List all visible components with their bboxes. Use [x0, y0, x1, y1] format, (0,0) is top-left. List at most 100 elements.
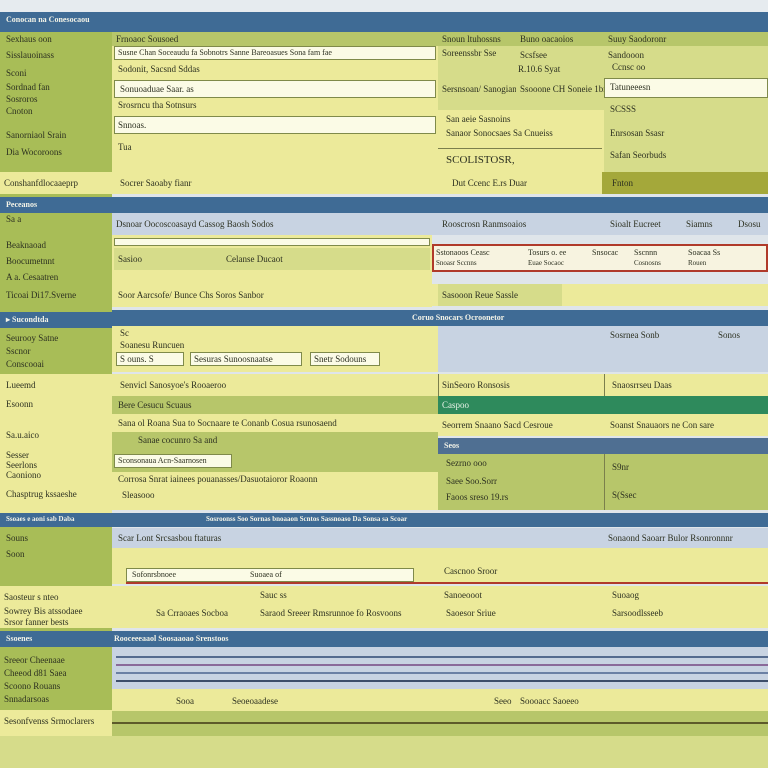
column-header[interactable]: Buno oacaoios [520, 34, 573, 44]
panel3-text: Sc [120, 328, 129, 338]
sidebar-item[interactable]: Esoonn [6, 399, 33, 409]
panel1-row-text: Sodonit, Sacsnd Sddas [118, 64, 200, 74]
panel2-red-text: Tosurs o. ee [528, 248, 567, 257]
column-header[interactable]: Dsosu [738, 219, 761, 229]
sidebar-item[interactable]: Beaknaoad [6, 240, 46, 250]
section-header-text: Sosroonss Soo Sornas bnoaaon Scntos Sass… [206, 515, 408, 523]
column-header[interactable]: Siamns [686, 219, 713, 229]
sidebar-item[interactable]: Sscnor [6, 346, 31, 356]
column-header[interactable]: Rooscrosn Ranmsoaios [442, 219, 526, 229]
panel1-footer-text: Socrer Saoaby fianr [120, 178, 192, 188]
panel3-text: Sonos [718, 330, 741, 340]
panel6-track [116, 672, 768, 674]
panel4-text: Faoos sreso 19.rs [446, 492, 509, 502]
panel2-red-text: Cosnosns [634, 259, 661, 267]
column-header[interactable]: Suuy Saodoronr [608, 34, 666, 44]
panel1-row-text: Snnoas. [118, 120, 147, 130]
sidebar-item[interactable]: Srsor fanner bests [4, 617, 69, 627]
sidebar-item[interactable]: Lueemd [6, 380, 36, 390]
sidebar-item[interactable]: Sanorniaol Srain [6, 130, 66, 140]
sidebar-item[interactable]: Scoono Rouans [4, 681, 60, 691]
column-header[interactable]: Sioalt Eucreet [610, 219, 661, 229]
panel5-text: Sa Crraoaes Socboa [156, 608, 228, 618]
panel1-mid-text: San aeie Sasnoins [446, 114, 511, 124]
sidebar-item[interactable]: Cheeod d81 Saea [4, 668, 66, 678]
sidebar-item[interactable]: Cnoton [6, 106, 33, 116]
panel2-row-text: Sasioo [118, 254, 143, 264]
panel1-col4-text: Tatuneeesn [610, 82, 651, 92]
sidebar-item[interactable]: Caoniono [6, 470, 41, 480]
column-header[interactable]: Dsnoar Oocoscoasayd Cassog Baosh Sodos [116, 219, 274, 229]
sidebar-item[interactable]: Seurooy Satne [6, 333, 58, 343]
sidebar-footer-label: Sesonfvenss Srmoclarers [4, 716, 95, 726]
column-header[interactable]: Frnoaoc Sousoed [116, 34, 178, 44]
panel3-row-text: SinSeoro Ronsosis [442, 380, 510, 390]
panel3-tab-label: Snetr Sodouns [314, 354, 367, 364]
column-header[interactable]: Snoun ltuhossns [442, 34, 501, 44]
panel1-col3-text: R.10.6 Syat [518, 64, 561, 74]
sidebar-item[interactable]: Sesser [6, 450, 29, 460]
panel4-text: Sezrno ooo [446, 458, 487, 468]
panel5-red-line [126, 582, 768, 584]
panel2-red-text: Sstonaoos Ceasc [436, 248, 490, 257]
panel1-col4-text: Sandooon [608, 50, 644, 60]
bottom-strip [0, 736, 768, 768]
sidebar-item[interactable]: Saosteur s nteo [4, 592, 59, 602]
panel1-col4-text: Ccnsc oo [612, 62, 646, 72]
panel1-big-label: SCOLISTOSR, [446, 154, 515, 166]
panel1-mid-text: Sersnsoan/ Sanogian [442, 84, 517, 94]
panel4-green-text: Caspoo [442, 400, 469, 410]
sidebar-item[interactable]: Chasptrug kssaeshe [6, 489, 77, 499]
panel1-col4-text: SCSSS [610, 104, 637, 114]
panel6-body [112, 647, 768, 689]
sidebar-item[interactable]: Sisslauoinass [6, 50, 54, 60]
panel5-text: Saoesor Sriue [446, 608, 496, 618]
panel2-red-text: Sscnnn [634, 248, 658, 257]
sidebar-item[interactable]: Boocumetnnt [6, 256, 55, 266]
sidebar-item[interactable]: Sreeor Cheenaae [4, 655, 65, 665]
sidebar-item[interactable]: Sconi [6, 68, 27, 78]
sidebar-item[interactable]: Sosroros [6, 94, 38, 104]
panel2-red-text: Snoasr Sccnns [436, 259, 477, 267]
panel1-row-text: Susne Chan Soceaudu fa Sobnotrs Sanne Ba… [118, 48, 332, 57]
sidebar-item[interactable]: Sa a [6, 214, 21, 224]
panel4-text: S9nr [612, 462, 630, 472]
sidebar-item[interactable]: Snnadarsoas [4, 694, 49, 704]
panel4-text: Soanst Snauaors ne Con sare [610, 420, 714, 430]
panel6-track [116, 664, 768, 666]
panel1-row-text: Srosrncu tha Sotnsurs [118, 100, 197, 110]
panel1-mid-text: Soreenssbr Sse [442, 48, 497, 58]
sidebar-item[interactable]: Seerlons [6, 460, 37, 470]
panel2-header-bar [112, 197, 768, 213]
sidebar-item[interactable]: Sordnad fan [6, 82, 50, 92]
panel1-col3-text: Scsfsee [520, 50, 547, 60]
sidebar-item[interactable]: Sexhaus oon [6, 34, 52, 44]
sidebar-item[interactable]: Ticoai Di17.Sverne [6, 290, 76, 300]
sidebar-item[interactable]: Dia Wocoroons [6, 147, 62, 157]
panel3-divider [604, 374, 605, 396]
panel6-footer [112, 689, 768, 711]
panel4-text: Sconsonaua Acn-Saarnosen [118, 456, 207, 465]
sidebar-item[interactable]: Soon [6, 549, 25, 559]
panel5-text: Scar Lont Srcsasbou ftaturas [118, 533, 222, 543]
sidebar-item[interactable]: Souns [6, 533, 28, 543]
panel5-input-text: Sofonrsbnoee [132, 570, 176, 579]
panel1-col4-text: Enrsosan Ssasr [610, 128, 665, 138]
sidebar-item[interactable]: Sa.u.aico [6, 430, 39, 440]
panel1-mid-text: Sanaor Sonocsaes Sa Cnueiss [446, 128, 553, 138]
sidebar-item[interactable]: A a. Cesaatren [6, 272, 58, 282]
section-header-full: Ssoenes Rooceeeaaol Soosaaoao Srenstoos [0, 631, 768, 647]
panel1-col4-text: Safan Seorbuds [610, 150, 667, 160]
sidebar-item[interactable]: Conscooai [6, 359, 44, 369]
panel5-text: Cascnoo Sroor [444, 566, 498, 576]
panel2-red-text: Snsocac [592, 248, 619, 257]
sidebar-item[interactable]: Sowrey Bis atssodaee [4, 606, 83, 616]
panel6-bottom-line [112, 722, 768, 724]
panel5-input-text: Suoaea of [250, 570, 282, 579]
panel1-row-field[interactable] [114, 116, 436, 134]
panel4-text: Sana ol Roana Sua to Socnaare te Conanb … [118, 418, 337, 428]
sidebar-section-header: ▸ Sucondtda [0, 312, 112, 328]
panel2-row-field[interactable] [114, 238, 430, 246]
panel1-divider [438, 148, 602, 149]
app-title-bar: Conocan na Conesocaou [0, 12, 768, 32]
